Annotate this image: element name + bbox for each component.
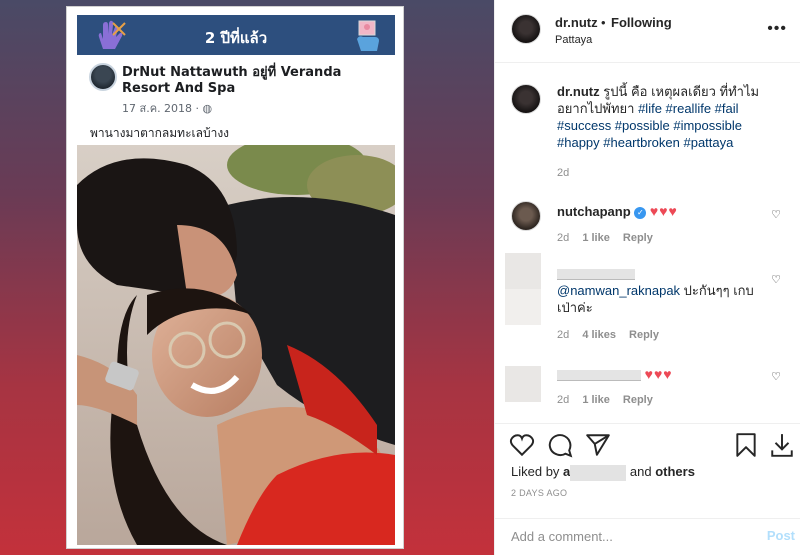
verified-badge-icon: ✓ [634, 206, 647, 219]
caption-time: 2d [557, 167, 570, 179]
globe-icon: ◍ [202, 102, 213, 115]
download-icon[interactable] [769, 432, 795, 458]
comments-list[interactable]: dr.nutz รูปนี้ คือ เหตุผลเดียว ที่ทำไม อ… [495, 63, 800, 423]
post-sidebar: dr.nutz • Following Pattaya ••• dr.nutz … [494, 0, 800, 555]
liked-others-link[interactable]: others [655, 464, 695, 479]
like-comment-icon[interactable]: ♡ [771, 273, 781, 286]
author-username[interactable]: dr.nutz [555, 15, 598, 30]
facebook-post-date: 17 ส.ค. 2018 · ◍ [122, 99, 212, 117]
liked-first-user[interactable]: a [563, 464, 570, 479]
facebook-author: DrNut Nattawuth อยู่ที่ Veranda Resort A… [122, 65, 342, 96]
facebook-date-text: 17 ส.ค. 2018 · [122, 102, 203, 115]
reply-button[interactable]: Reply [623, 232, 653, 244]
add-comment-bar: Post [495, 518, 800, 556]
comment-time: 2d [557, 329, 570, 341]
commenter-avatar[interactable] [511, 201, 541, 231]
facebook-caption: พานางมาตากลมทะเลบ้างง [90, 126, 230, 140]
comment-text: @namwan_raknapak ปะกันๆๆ เกบเป่าค่ะ [557, 265, 771, 316]
post-comment-button[interactable]: Post [767, 528, 795, 543]
liked-and: and [626, 464, 656, 479]
reply-button[interactable]: Reply [623, 394, 653, 406]
comment-likes[interactable]: 4 likes [582, 329, 616, 341]
comment-text: nutchapanp ✓ ♥♥♥ [557, 203, 771, 220]
comment-hearts: ♥♥♥ [644, 366, 673, 382]
comment-meta: 2d 1 like Reply [557, 394, 663, 406]
caption-text: dr.nutz รูปนี้ คือ เหตุผลเดียว ที่ทำไม อ… [557, 83, 771, 151]
facebook-avatar [89, 63, 117, 91]
comment-likes[interactable]: 1 like [582, 394, 610, 406]
caption-meta: 2d [557, 167, 579, 179]
comment-meta: 2d 1 like Reply [557, 232, 663, 244]
following-button[interactable]: Following [611, 15, 672, 30]
commenter-avatar[interactable] [505, 366, 541, 402]
share-icon[interactable] [585, 432, 611, 458]
commenter-username[interactable]: nutchapanp [557, 204, 631, 219]
commenter-username-hidden [557, 269, 635, 281]
commenter-username-hidden [557, 370, 641, 382]
liked-prefix: Liked by [511, 464, 564, 479]
post-actions: Liked by a and others 2 DAYS AGO Post [495, 423, 800, 555]
memory-header: 2 ปีที่แล้ว [77, 15, 395, 55]
caption-username[interactable]: dr.nutz [557, 84, 600, 99]
comment-input[interactable] [511, 529, 741, 544]
commenter-avatar[interactable] [505, 253, 541, 289]
comment-time: 2d [557, 232, 570, 244]
comment-icon[interactable] [547, 432, 573, 458]
comment-meta: 2d 4 likes Reply [557, 329, 669, 341]
comment-likes[interactable]: 1 like [582, 232, 610, 244]
post-time-ago: 2 DAYS AGO [511, 488, 568, 498]
memory-title: 2 ปีที่แล้ว [204, 29, 268, 47]
post-image-area[interactable]: 2 ปีที่แล้ว DrNut Nattawuth อยู่ที่ Vera… [0, 0, 494, 555]
comment-mention[interactable]: @namwan_raknapak [557, 283, 680, 298]
more-options-icon[interactable]: ••• [767, 20, 787, 38]
commenter-avatar-blur [505, 289, 541, 325]
photo-hand-icon [357, 20, 379, 51]
post-header: dr.nutz • Following Pattaya ••• [495, 0, 800, 63]
save-icon[interactable] [733, 432, 759, 458]
author-avatar[interactable] [511, 84, 541, 114]
like-comment-icon[interactable]: ♡ [771, 370, 781, 383]
author-avatar[interactable] [511, 14, 541, 44]
comment-text: ♥♥♥ [557, 366, 771, 383]
comment-hearts: ♥♥♥ [649, 203, 678, 219]
couple-photo [77, 145, 395, 545]
reply-button[interactable]: Reply [629, 329, 659, 341]
facebook-memory-screenshot: 2 ปีที่แล้ว DrNut Nattawuth อยู่ที่ Vera… [66, 6, 404, 549]
heart-icon[interactable] [509, 432, 535, 458]
hidden-username [570, 464, 627, 481]
post-location[interactable]: Pattaya [555, 34, 592, 46]
comment-time: 2d [557, 394, 570, 406]
like-comment-icon[interactable]: ♡ [771, 208, 781, 221]
liked-by: Liked by a and others [511, 464, 695, 481]
separator-dot: • [601, 15, 606, 30]
